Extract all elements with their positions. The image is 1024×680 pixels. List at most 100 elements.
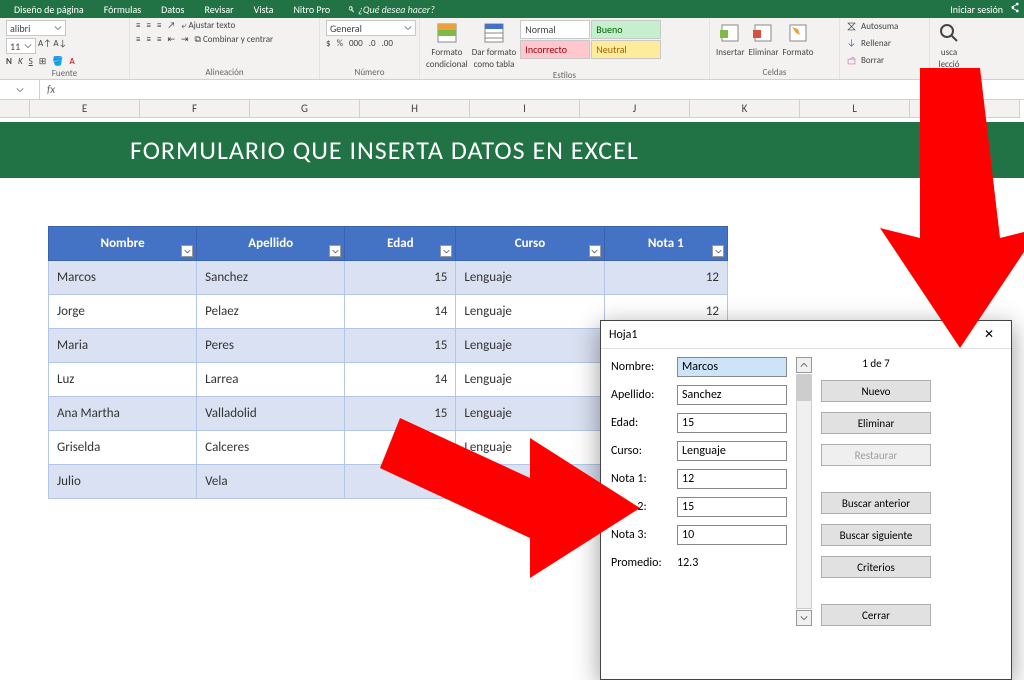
- find-next-button[interactable]: Buscar siguiente: [821, 524, 931, 546]
- cell-apellido[interactable]: Valladolid: [197, 397, 345, 431]
- help-icon[interactable]: ?: [947, 324, 975, 346]
- worksheet[interactable]: FORMULARIO QUE INSERTA DATOS EN EXCEL No…: [0, 118, 1024, 576]
- col-k[interactable]: K: [690, 100, 800, 118]
- scroll-up-icon[interactable]: [796, 357, 812, 373]
- select-all-corner[interactable]: [0, 100, 30, 118]
- close-button[interactable]: Cerrar: [821, 604, 931, 626]
- col-g[interactable]: G: [250, 100, 360, 118]
- cell-styles-gallery[interactable]: Normal Bueno Incorrecto Neutral: [520, 20, 661, 59]
- font-shrink-icon[interactable]: A↓: [53, 38, 66, 54]
- filter-icon[interactable]: [440, 245, 452, 257]
- cell-nombre[interactable]: Julio: [49, 465, 197, 499]
- align-top-icon[interactable]: ≡: [136, 20, 140, 32]
- cell-nombre[interactable]: Griselda: [49, 431, 197, 465]
- cell-curso[interactable]: Lenguaje: [456, 363, 604, 397]
- fill-button[interactable]: Rellenar: [846, 37, 891, 50]
- cell-curso[interactable]: Lenguaje: [456, 329, 604, 363]
- style-bad[interactable]: Incorrecto: [520, 40, 590, 59]
- tab-review[interactable]: Revisar: [194, 3, 243, 16]
- input-edad[interactable]: [677, 413, 787, 433]
- indent-dec-icon[interactable]: ⇤: [167, 34, 175, 46]
- fx-icon[interactable]: fx: [40, 83, 62, 96]
- indent-inc-icon[interactable]: ⇥: [181, 34, 189, 46]
- scroll-track[interactable]: [796, 374, 812, 609]
- header-nombre[interactable]: Nombre: [49, 227, 197, 261]
- scroll-thumb[interactable]: [797, 375, 811, 401]
- cell-nombre[interactable]: Ana Martha: [49, 397, 197, 431]
- bold-button[interactable]: N: [6, 56, 12, 68]
- col-i[interactable]: I: [470, 100, 580, 118]
- cell-edad[interactable]: 15: [345, 329, 456, 363]
- font-name-select[interactable]: alibri: [6, 20, 66, 36]
- header-nota1[interactable]: Nota 1: [604, 227, 727, 261]
- increase-decimal-icon[interactable]: .0: [369, 38, 376, 50]
- align-left-icon[interactable]: ≡: [136, 34, 140, 46]
- cell-nombre[interactable]: Jorge: [49, 295, 197, 329]
- filter-icon[interactable]: [329, 245, 341, 257]
- input-nota1[interactable]: [677, 469, 787, 489]
- format-as-table-button[interactable]: Dar formatocomo tabla: [472, 20, 517, 70]
- style-normal[interactable]: Normal: [520, 20, 590, 39]
- underline-button[interactable]: S: [29, 56, 33, 68]
- new-button[interactable]: Nuevo: [821, 380, 931, 402]
- currency-icon[interactable]: $: [326, 38, 331, 50]
- autosum-button[interactable]: Autosuma: [846, 20, 898, 33]
- restore-button[interactable]: Restaurar: [821, 444, 931, 466]
- cell-apellido[interactable]: Sanchez: [197, 261, 345, 295]
- input-nota3[interactable]: [677, 525, 787, 545]
- style-neutral[interactable]: Neutral: [591, 40, 661, 59]
- align-middle-icon[interactable]: ≡: [146, 20, 150, 32]
- cell-apellido[interactable]: Pelaez: [197, 295, 345, 329]
- clear-button[interactable]: Borrar: [846, 54, 884, 67]
- align-right-icon[interactable]: ≡: [157, 34, 161, 46]
- cell-apellido[interactable]: Larrea: [197, 363, 345, 397]
- find-prev-button[interactable]: Buscar anterior: [821, 492, 931, 514]
- record-scrollbar[interactable]: [795, 357, 813, 626]
- input-curso[interactable]: [677, 441, 787, 461]
- cell-apellido[interactable]: Calceres: [197, 431, 345, 465]
- col-h[interactable]: H: [360, 100, 470, 118]
- cell-curso[interactable]: Lenguaje: [456, 431, 604, 465]
- signin-link[interactable]: Iniciar sesión: [950, 3, 1003, 16]
- share-icon[interactable]: [1009, 2, 1020, 16]
- input-apellido[interactable]: [677, 385, 787, 405]
- name-box[interactable]: [0, 80, 40, 99]
- criteria-button[interactable]: Criterios: [821, 556, 931, 578]
- dialog-titlebar[interactable]: Hoja1 ? ✕: [601, 321, 1011, 349]
- cell-edad[interactable]: 15: [345, 431, 456, 465]
- decrease-decimal-icon[interactable]: .00: [382, 38, 393, 50]
- header-edad[interactable]: Edad: [345, 227, 456, 261]
- scroll-down-icon[interactable]: [796, 610, 812, 626]
- number-format-select[interactable]: General: [326, 20, 416, 36]
- delete-cells-button[interactable]: Eliminar: [749, 20, 779, 58]
- conditional-format-button[interactable]: Formatocondicional: [426, 20, 468, 70]
- input-nota2[interactable]: [677, 497, 787, 517]
- filter-icon[interactable]: [589, 245, 601, 257]
- tab-formulas[interactable]: Fórmulas: [94, 3, 151, 16]
- italic-button[interactable]: K: [18, 56, 23, 68]
- border-button[interactable]: ⊞: [39, 56, 47, 68]
- cell-edad[interactable]: 15: [345, 261, 456, 295]
- input-nombre[interactable]: [677, 357, 787, 377]
- font-grow-icon[interactable]: A↑: [38, 38, 51, 54]
- cell-nombre[interactable]: Marcos: [49, 261, 197, 295]
- delete-button[interactable]: Eliminar: [821, 412, 931, 434]
- orientation-icon[interactable]: ↗: [167, 20, 175, 32]
- filter-icon[interactable]: [712, 245, 724, 257]
- wrap-text-button[interactable]: ⤶Ajustar texto: [181, 20, 235, 32]
- format-cells-button[interactable]: Formato: [782, 20, 813, 58]
- cell-edad[interactable]: 14: [345, 465, 456, 499]
- insert-cells-button[interactable]: Insertar: [716, 20, 745, 58]
- col-e[interactable]: E: [30, 100, 140, 118]
- find-select-button[interactable]: uscalecció: [936, 20, 962, 70]
- cell-edad[interactable]: 15: [345, 397, 456, 431]
- tab-page-layout[interactable]: Diseño de página: [4, 3, 94, 16]
- col-j[interactable]: J: [580, 100, 690, 118]
- formula-input[interactable]: [62, 80, 1024, 99]
- font-size-select[interactable]: 11: [6, 38, 36, 54]
- font-color-button[interactable]: A: [70, 56, 75, 68]
- style-good[interactable]: Bueno: [591, 20, 661, 39]
- cell-nombre[interactable]: Maria: [49, 329, 197, 363]
- tab-data[interactable]: Datos: [151, 3, 194, 16]
- cell-edad[interactable]: 14: [345, 295, 456, 329]
